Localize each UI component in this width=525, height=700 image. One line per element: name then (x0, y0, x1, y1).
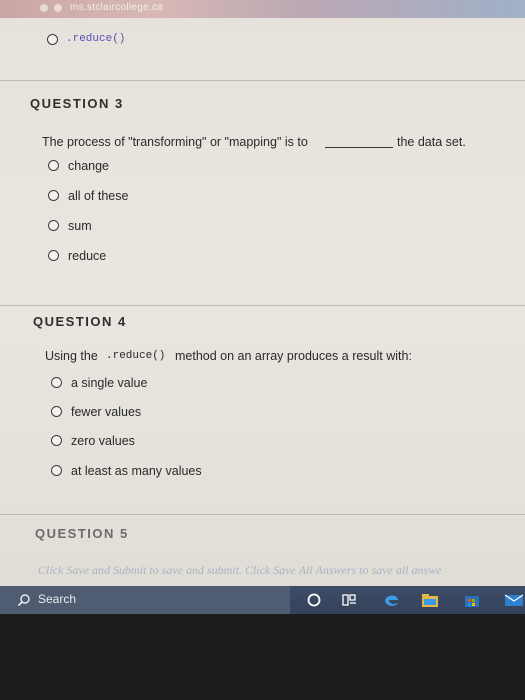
browser-back-icon[interactable] (40, 4, 48, 12)
question-3-option-change-radio[interactable] (48, 160, 59, 171)
question-4-option-fewer[interactable]: fewer values (71, 405, 141, 419)
question-3-option-all[interactable]: all of these (68, 189, 128, 203)
question-3-option-sum[interactable]: sum (68, 219, 92, 233)
question-4-option-zero[interactable]: zero values (71, 434, 135, 448)
file-explorer-icon[interactable] (420, 591, 440, 609)
question-3-header: QUESTION 3 (30, 96, 124, 111)
screen: ms.stclaircollege.ca .reduce() QUESTION … (0, 0, 525, 700)
question-3-option-reduce[interactable]: reduce (68, 249, 106, 263)
question-4-prompt-start: Using the (45, 349, 98, 363)
monitor-bezel (0, 614, 525, 700)
store-icon[interactable] (462, 591, 482, 609)
taskbar-search-box[interactable]: Search (0, 586, 290, 614)
question-3-prompt-start: The process of "transforming" or "mappin… (42, 135, 308, 149)
question-3-blank (325, 147, 393, 148)
question-4-prompt-end: method on an array produces a result wit… (175, 349, 412, 363)
mail-icon[interactable] (503, 591, 523, 609)
task-view-icon[interactable] (340, 591, 360, 609)
question-4-prompt-code: .reduce() (106, 350, 166, 362)
prev-option-label: .reduce() (66, 33, 126, 45)
cortana-icon[interactable] (304, 591, 324, 609)
question-4-option-fewer-radio[interactable] (51, 406, 62, 417)
divider (0, 305, 525, 306)
save-instructions: Click Save and Submit to save and submit… (38, 563, 442, 577)
question-3-option-change[interactable]: change (68, 159, 109, 173)
prev-option-radio[interactable] (47, 34, 58, 45)
search-icon (17, 594, 30, 607)
question-4-header: QUESTION 4 (33, 314, 127, 329)
browser-tab-strip: ms.stclaircollege.ca (0, 0, 525, 18)
question-3-option-all-radio[interactable] (48, 190, 59, 201)
divider (0, 514, 525, 515)
divider (0, 80, 525, 81)
edge-icon[interactable] (382, 591, 402, 609)
question-4-option-many[interactable]: at least as many values (71, 464, 202, 478)
taskbar-search-label: Search (38, 592, 77, 606)
question-3-option-reduce-radio[interactable] (48, 250, 59, 261)
question-4-option-many-radio[interactable] (51, 465, 62, 476)
question-4-option-single[interactable]: a single value (71, 376, 147, 390)
windows-taskbar: Search (0, 586, 525, 614)
browser-url[interactable]: ms.stclaircollege.ca (70, 2, 163, 13)
question-3-prompt-end: the data set. (397, 135, 466, 149)
question-4-option-single-radio[interactable] (51, 377, 62, 388)
question-5-header: QUESTION 5 (35, 526, 129, 541)
question-4-option-zero-radio[interactable] (51, 435, 62, 446)
question-3-option-sum-radio[interactable] (48, 220, 59, 231)
browser-refresh-icon[interactable] (54, 4, 62, 12)
